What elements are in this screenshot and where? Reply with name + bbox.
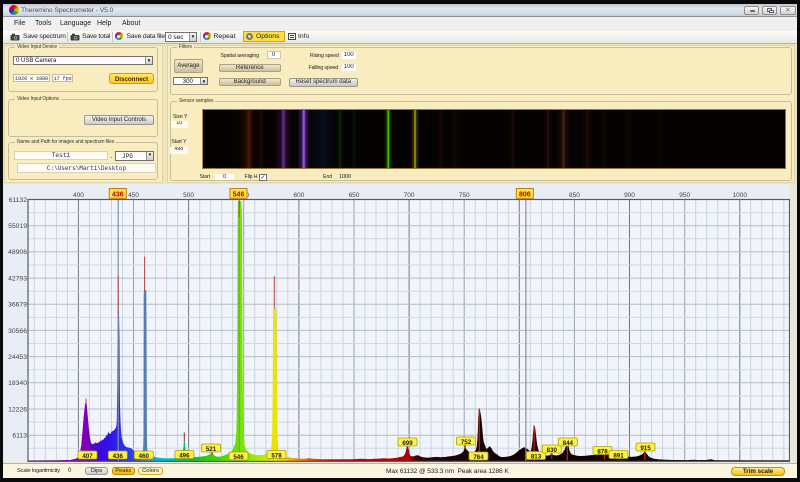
svg-text:844: 844 [563,440,574,447]
svg-text:650: 650 [349,192,360,199]
svg-text:61132: 61132 [9,197,28,204]
svg-text:436: 436 [112,192,124,199]
svg-text:30566: 30566 [8,328,27,335]
svg-text:42793: 42793 [8,275,27,282]
svg-text:578: 578 [271,452,282,459]
svg-text:600: 600 [293,192,304,199]
svg-text:407: 407 [82,453,93,460]
svg-text:813: 813 [531,453,542,460]
svg-text:850: 850 [569,192,580,199]
svg-text:699: 699 [402,440,413,447]
svg-text:12226: 12226 [8,406,27,413]
svg-text:496: 496 [179,452,190,459]
svg-text:400: 400 [73,192,84,199]
svg-text:878: 878 [597,448,608,455]
svg-text:891: 891 [613,452,624,459]
svg-text:900: 900 [624,192,635,199]
svg-text:1000: 1000 [733,192,748,199]
svg-text:436: 436 [113,453,124,460]
svg-text:521: 521 [206,446,217,453]
svg-text:950: 950 [679,192,690,199]
svg-text:830: 830 [547,447,558,454]
svg-text:806: 806 [519,192,531,199]
svg-text:48906: 48906 [8,249,27,256]
svg-text:450: 450 [128,192,139,199]
svg-text:750: 750 [459,192,470,199]
svg-text:752: 752 [461,439,472,446]
svg-text:915: 915 [640,445,651,452]
svg-text:36679: 36679 [8,302,27,309]
svg-text:546: 546 [233,454,244,461]
svg-text:764: 764 [473,454,484,461]
svg-text:460: 460 [139,453,150,460]
svg-text:546: 546 [233,192,245,199]
svg-text:18340: 18340 [8,380,27,387]
svg-text:500: 500 [183,192,194,199]
svg-text:55019: 55019 [8,223,27,230]
svg-text:700: 700 [404,192,415,199]
svg-text:24453: 24453 [8,354,27,361]
svg-text:6113: 6113 [12,433,27,440]
